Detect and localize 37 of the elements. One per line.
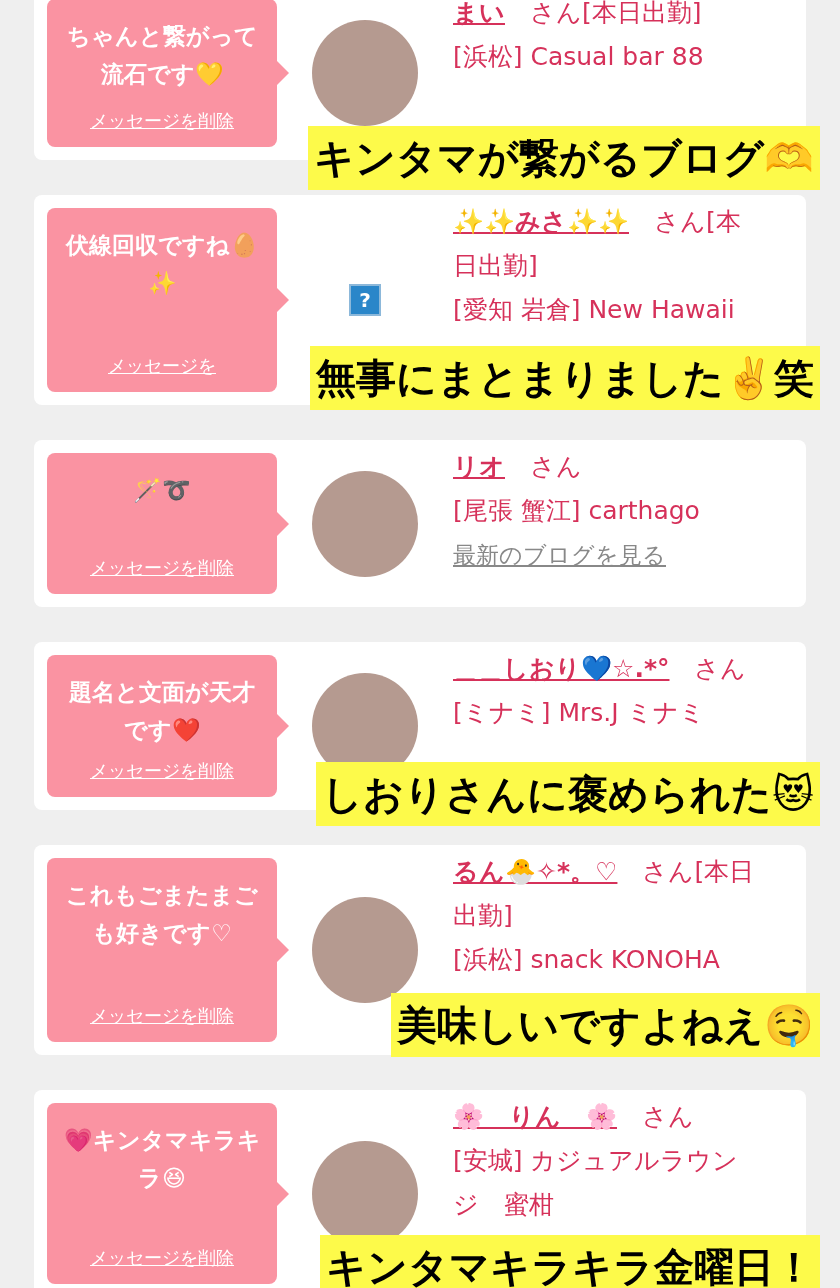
profile-name-link[interactable]: ✨✨みさ✨✨ <box>453 207 629 236</box>
message-text: これもごまたまごも好きです♡ <box>65 881 259 948</box>
shop-text: [ミナミ] Mrs.J ミナミ <box>453 697 706 729</box>
profile-name-link[interactable]: ＿＿しおり💙☆.*° <box>453 654 670 683</box>
delete-message-link[interactable]: メッセージを削除 <box>90 1246 234 1270</box>
video-caption: 無事にまとまりました✌笑 <box>310 346 820 410</box>
latest-blog-link[interactable]: 最新のブログを見る <box>453 542 666 568</box>
profile-name-link[interactable]: リオ <box>453 452 505 481</box>
profile-name-line: るん🐣✧*。♡ さん[本日出勤] <box>453 856 756 932</box>
shop-text: [愛知 岩倉] New Hawaii <box>453 294 736 326</box>
message-text: 題名と文面が天才です❤ <box>68 678 256 745</box>
shop-text: [尾張 蟹江] carthago <box>453 495 701 527</box>
delete-message-link[interactable]: メッセージを削除 <box>90 109 234 133</box>
video-caption: 美味しいですよねえ🤤 <box>391 993 820 1057</box>
delete-message-link[interactable]: メッセージを削除 <box>90 759 234 783</box>
video-caption: しおりさんに褒められた😻 <box>316 762 820 826</box>
shop-text: [安城] カジュアルラウンジ 蜜柑 <box>453 1145 740 1221</box>
message-text: 🪄➰ <box>133 476 191 505</box>
profile-name-line: ✨✨みさ✨✨ さん[本日出勤] <box>453 206 742 282</box>
profile-name-line: 🌸 りん 🌸 さん <box>453 1101 695 1133</box>
delete-message-link[interactable]: メッセージを削除 <box>90 1004 234 1028</box>
message-text: 伏線回収ですね🥚✨ <box>64 231 260 298</box>
profile-name-link[interactable]: まい <box>453 0 505 27</box>
profile-name-line: まい さん[本日出勤] <box>453 0 703 29</box>
profile-name-link[interactable]: るん🐣✧*。♡ <box>453 857 618 886</box>
broken-image-icon: ? <box>349 284 381 316</box>
profile-name-link[interactable]: 🌸 りん 🌸 <box>453 1102 617 1131</box>
delete-message-link[interactable]: メッセージを削除 <box>90 556 234 580</box>
message-text: ちゃんと繋がって流石です💛 <box>65 22 259 89</box>
profile-name-line: ＿＿しおり💙☆.*° さん <box>453 653 748 685</box>
message-text: 💗キンタマキラキラ😆 <box>62 1126 262 1193</box>
profile-name-line: リオ さん <box>453 451 583 483</box>
video-caption: キンタマが繋がるブログ🫶 <box>308 126 820 190</box>
shop-text: [浜松] Casual bar 88 <box>453 41 705 73</box>
video-caption: キンタマキラキラ金曜日！ <box>320 1235 820 1288</box>
shop-text: [浜松] snack KONOHA <box>453 944 721 976</box>
delete-message-link[interactable]: メッセージを <box>108 354 216 378</box>
